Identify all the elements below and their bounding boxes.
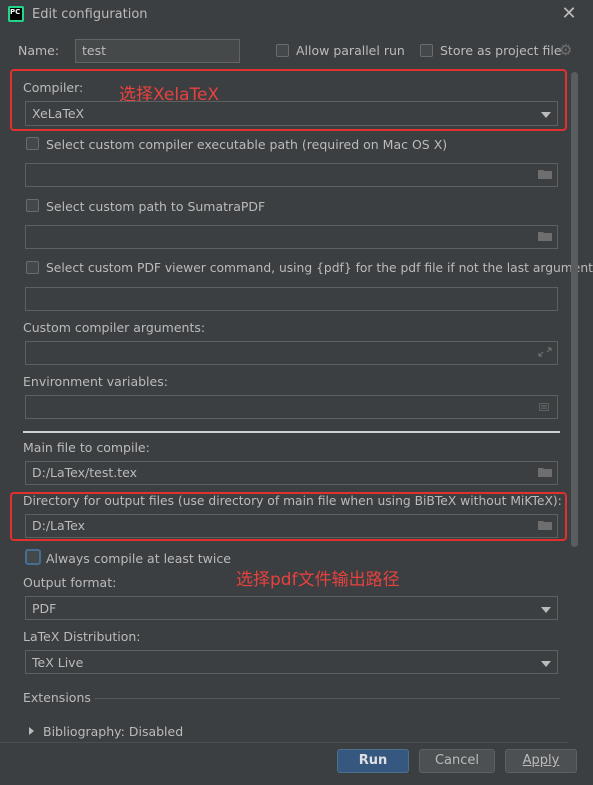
run-button[interactable]: Run <box>337 749 409 773</box>
folder-icon <box>538 521 552 530</box>
sumatra-path-checkbox[interactable] <box>26 199 39 212</box>
chevron-down-icon <box>541 607 551 613</box>
window-title: Edit configuration <box>32 7 148 22</box>
main-file-input[interactable]: D:/LaTex/test.tex <box>25 461 558 485</box>
chevron-right-icon[interactable] <box>29 727 34 735</box>
custom-compiler-path-checkbox[interactable] <box>26 137 39 150</box>
compiler-arguments-label: Custom compiler arguments: <box>23 320 206 335</box>
latex-distribution-select[interactable]: TeX Live <box>25 650 558 674</box>
output-dir-annotation: 选择pdf文件输出路径 <box>236 570 400 590</box>
folder-icon <box>538 232 552 241</box>
allow-parallel-run-checkbox[interactable] <box>276 44 289 57</box>
section-divider <box>23 431 560 433</box>
scrollbar[interactable] <box>571 72 578 547</box>
latex-distribution-label: LaTeX Distribution: <box>23 629 141 644</box>
store-as-project-file-label: Store as project file <box>440 43 562 58</box>
sumatra-path-input[interactable] <box>25 225 558 249</box>
document-icon <box>539 403 549 411</box>
apply-button[interactable]: Apply <box>505 749 577 773</box>
custom-compiler-path-input[interactable] <box>25 163 558 187</box>
compile-twice-checkbox[interactable] <box>25 549 41 565</box>
bibliography-toggle[interactable]: Bibliography: Disabled <box>43 724 183 739</box>
output-dir-label: Directory for output files (use director… <box>23 494 562 508</box>
output-format-label: Output format: <box>23 575 117 590</box>
expand-icon <box>538 347 552 357</box>
output-format-select[interactable]: PDF <box>25 596 558 620</box>
extensions-divider <box>94 698 560 699</box>
folder-icon <box>538 170 552 179</box>
pdf-viewer-input[interactable] <box>25 287 558 311</box>
folder-icon <box>538 468 552 477</box>
footer-divider <box>0 742 568 743</box>
gear-icon[interactable]: ⚙ <box>559 42 575 58</box>
compiler-select[interactable]: XeLaTeX <box>25 101 558 126</box>
name-label: Name: <box>18 43 60 58</box>
close-icon[interactable]: ✕ <box>559 4 579 24</box>
pycharm-app-icon: PC <box>8 6 24 22</box>
environment-variables-label: Environment variables: <box>23 374 168 389</box>
compiler-label: Compiler: <box>23 80 84 95</box>
allow-parallel-run-label: Allow parallel run <box>296 43 405 58</box>
chevron-down-icon <box>541 112 551 118</box>
compiler-arguments-input[interactable] <box>25 341 558 365</box>
chevron-down-icon <box>541 661 551 667</box>
custom-compiler-path-label: Select custom compiler executable path (… <box>46 137 448 152</box>
extensions-label: Extensions <box>23 690 91 705</box>
name-input[interactable]: test <box>75 39 240 63</box>
pdf-viewer-checkbox[interactable] <box>26 261 39 274</box>
sumatra-path-label: Select custom path to SumatraPDF <box>46 199 266 214</box>
environment-variables-input[interactable] <box>25 395 558 419</box>
compile-twice-label: Always compile at least twice <box>46 551 231 566</box>
pdf-viewer-label: Select custom PDF viewer command, using … <box>46 261 593 275</box>
store-as-project-file-checkbox[interactable] <box>420 44 433 57</box>
output-dir-input[interactable]: D:/LaTex <box>25 514 558 538</box>
main-file-label: Main file to compile: <box>23 440 150 455</box>
cancel-button[interactable]: Cancel <box>419 749 495 773</box>
